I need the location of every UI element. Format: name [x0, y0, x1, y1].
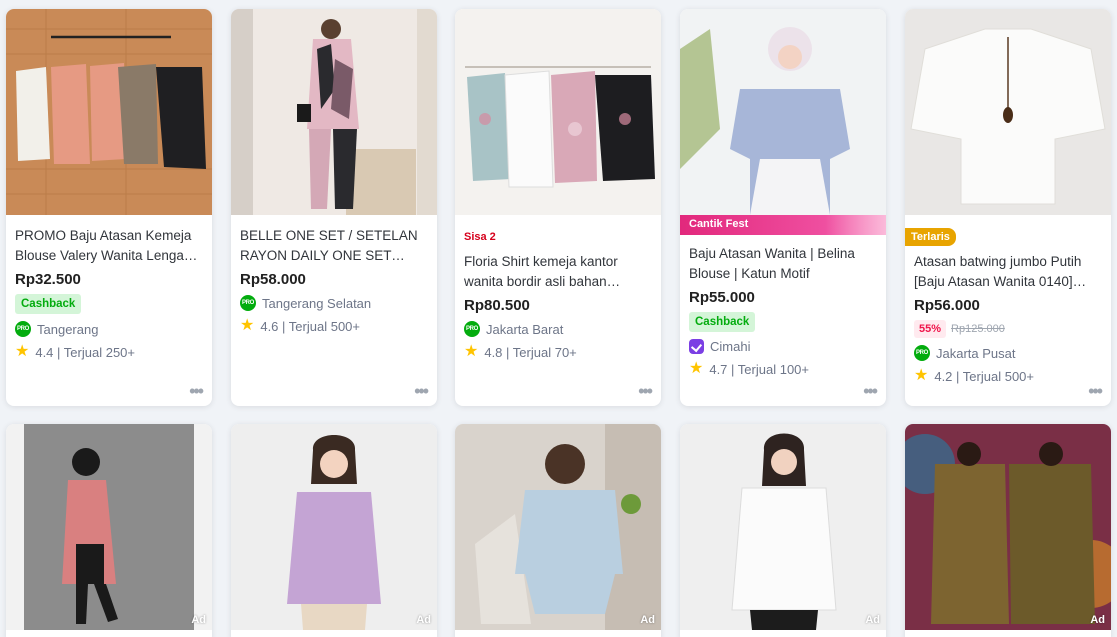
star-icon: ★ [15, 343, 30, 360]
shop-location: Cimahi [689, 339, 877, 354]
stock-label: Sisa 2 [464, 231, 496, 243]
product-card[interactable]: Sisa 2 Floria Shirt kemeja kantor wanita… [455, 9, 661, 406]
pro-badge-icon: PRO [15, 321, 31, 337]
product-title[interactable]: Atasan batwing jumbo Putih [Baju Atasan … [914, 252, 1102, 292]
sold-count: | Terjual 70+ [506, 344, 577, 360]
ad-label: Ad [416, 614, 431, 626]
rating-value: 4.4 [35, 344, 54, 360]
rating-row: ★ 4.7 | Terjual 100+ [689, 361, 877, 377]
product-card[interactable]: Terlaris Atasan batwing jumbo Putih [Baj… [905, 9, 1111, 406]
product-card[interactable]: BELLE ONE SET / SETELAN RAYON DAILY ONE … [231, 9, 437, 406]
ad-label: Ad [640, 614, 655, 626]
rating-value: 4.2 [934, 368, 953, 384]
rating-value: 4.7 [709, 361, 728, 377]
rating-row: ★ 4.8 | Terjual 70+ [464, 344, 652, 360]
shop-location: PRO Jakarta Barat [464, 321, 652, 337]
product-price: Rp32.500 [15, 271, 81, 288]
product-title[interactable]: BELLE ONE SET / SETELAN RAYON DAILY ONE … [240, 226, 428, 266]
product-image[interactable]: Ad [680, 424, 886, 630]
product-card[interactable]: Ad [680, 424, 886, 637]
star-icon: ★ [914, 367, 929, 384]
product-title[interactable]: Baju Atasan Wanita | Belina Blouse | Kat… [689, 244, 877, 284]
pro-badge-icon: PRO [464, 321, 480, 337]
product-image[interactable] [6, 9, 212, 215]
product-card[interactable]: Ad [905, 424, 1111, 637]
pro-badge-icon: PRO [914, 345, 930, 361]
ad-label: Ad [191, 614, 206, 626]
product-price: Rp55.000 [689, 289, 755, 306]
more-options-icon[interactable]: ••• [863, 382, 878, 400]
product-price: Rp80.500 [464, 297, 530, 314]
original-price: Rp125.000 [951, 323, 1005, 335]
product-image[interactable] [680, 9, 886, 215]
location-text: Tangerang [37, 321, 99, 337]
product-card[interactable]: Ad [6, 424, 212, 637]
rating-row: ★ 4.6 | Terjual 500+ [240, 318, 428, 334]
sold-count: | Terjual 500+ [956, 368, 1034, 384]
cashback-badge: Cashback [15, 294, 82, 314]
more-options-icon[interactable]: ••• [414, 382, 429, 400]
sold-count: | Terjual 500+ [282, 318, 360, 334]
product-image[interactable] [231, 9, 437, 215]
shop-location: PRO Jakarta Pusat [914, 345, 1102, 361]
campaign-banner: Cantik Fest [680, 215, 886, 235]
location-text: Cimahi [710, 339, 751, 354]
product-title[interactable]: Floria Shirt kemeja kantor wanita bordir… [464, 252, 652, 292]
sold-count: | Terjual 100+ [731, 361, 809, 377]
product-card[interactable]: PROMO Baju Atasan Kemeja Blouse Valery W… [6, 9, 212, 406]
product-price: Rp58.000 [240, 271, 306, 288]
product-price: Rp56.000 [914, 297, 980, 314]
star-icon: ★ [689, 360, 704, 377]
shop-location: PRO Tangerang [15, 321, 203, 337]
product-image[interactable]: Ad [6, 424, 212, 630]
product-card[interactable]: Ad [231, 424, 437, 637]
ad-label: Ad [865, 614, 880, 626]
rating-row: ★ 4.4 | Terjual 250+ [15, 344, 203, 360]
discount-row: 55% Rp125.000 [914, 320, 1102, 338]
product-image[interactable] [455, 9, 661, 215]
location-text: Tangerang Selatan [262, 295, 372, 311]
rating-value: 4.8 [484, 344, 503, 360]
product-image[interactable] [905, 9, 1111, 215]
pro-badge-icon: PRO [240, 295, 256, 311]
shop-location: PRO Tangerang Selatan [240, 295, 428, 311]
discount-percent: 55% [914, 320, 947, 338]
sold-count: | Terjual 250+ [57, 344, 135, 360]
more-options-icon[interactable]: ••• [1088, 382, 1103, 400]
best-seller-badge: Terlaris [905, 228, 956, 246]
product-card[interactable]: Cantik Fest Baju Atasan Wanita | Belina … [680, 9, 886, 406]
product-title[interactable]: PROMO Baju Atasan Kemeja Blouse Valery W… [15, 226, 203, 266]
official-store-icon [689, 339, 704, 354]
more-options-icon[interactable]: ••• [189, 382, 204, 400]
product-image[interactable]: Ad [905, 424, 1111, 630]
ad-label: Ad [1090, 614, 1105, 626]
cashback-badge: Cashback [689, 312, 756, 332]
location-text: Jakarta Pusat [936, 345, 1016, 361]
location-text: Jakarta Barat [486, 321, 564, 337]
more-options-icon[interactable]: ••• [638, 382, 653, 400]
star-icon: ★ [240, 317, 255, 334]
rating-value: 4.6 [260, 318, 279, 334]
rating-row: ★ 4.2 | Terjual 500+ [914, 368, 1102, 384]
product-image[interactable]: Ad [455, 424, 661, 630]
product-image[interactable]: Ad [231, 424, 437, 630]
star-icon: ★ [464, 343, 479, 360]
product-card[interactable]: Ad [455, 424, 661, 637]
